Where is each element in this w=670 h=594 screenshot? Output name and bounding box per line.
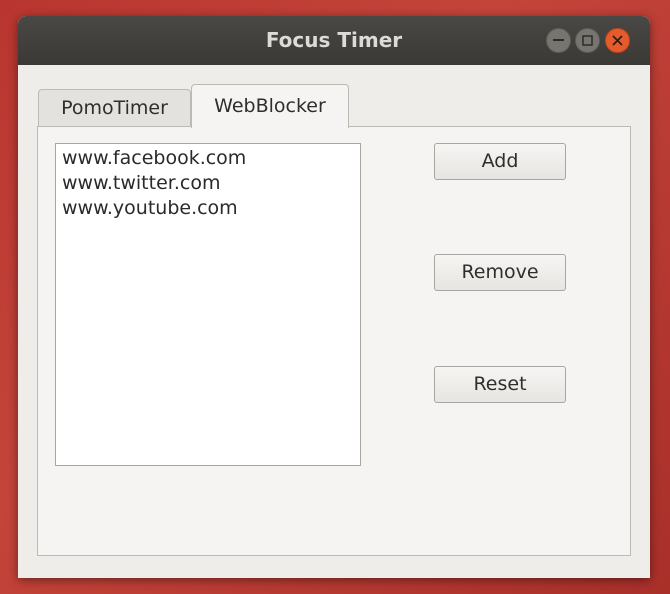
list-item[interactable]: www.youtube.com [62,196,354,221]
maximize-button[interactable] [575,28,600,53]
list-item[interactable]: www.facebook.com [62,146,354,171]
tab-webblocker[interactable]: WebBlocker [191,84,349,128]
blocked-sites-list[interactable]: www.facebook.com www.twitter.com www.you… [55,143,361,466]
remove-button[interactable]: Remove [434,254,566,291]
maximize-icon [582,35,593,46]
reset-button[interactable]: Reset [434,366,566,403]
focus-timer-window: Focus Timer PomoTimer WebBlocker www.fac… [18,16,650,578]
minimize-button[interactable] [546,28,571,53]
tab-pomotimer[interactable]: PomoTimer [38,89,191,127]
title-bar[interactable]: Focus Timer [18,16,650,65]
list-item[interactable]: www.twitter.com [62,171,354,196]
minimize-icon [553,39,564,41]
add-button[interactable]: Add [434,143,566,180]
close-button[interactable] [605,28,630,53]
close-icon [612,35,623,46]
